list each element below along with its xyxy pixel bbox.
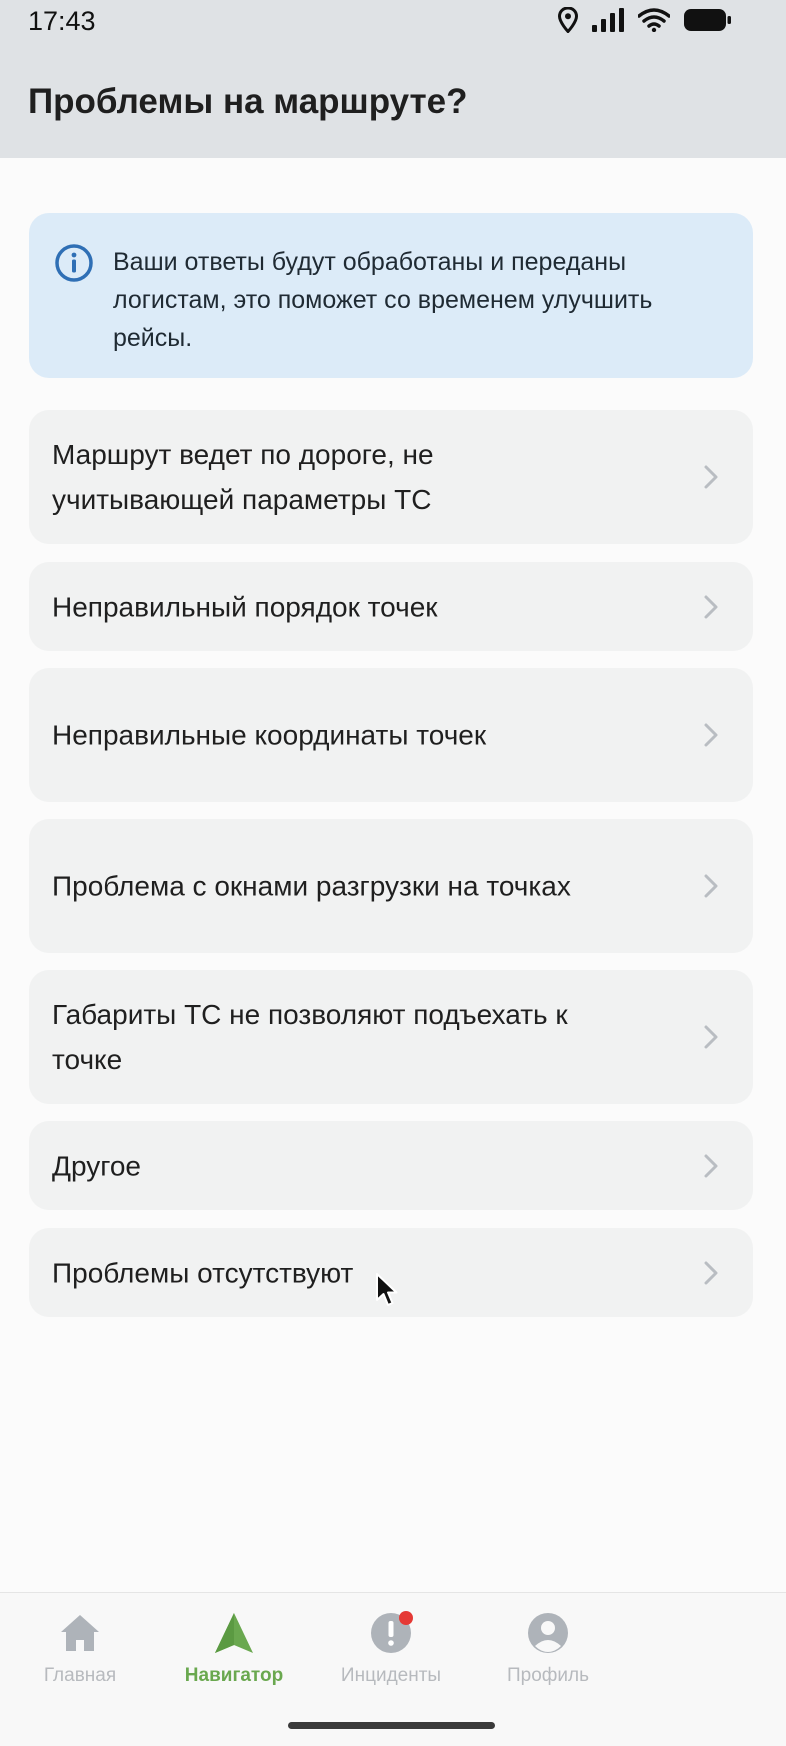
option-item[interactable]: Неправильный порядок точек xyxy=(29,562,753,651)
tab-navigator[interactable]: Навигатор xyxy=(154,1611,314,1687)
chevron-right-icon xyxy=(704,465,718,489)
tab-home[interactable]: Главная xyxy=(0,1611,160,1687)
option-label: Неправильный порядок точек xyxy=(52,591,438,622)
signal-icon xyxy=(592,8,624,32)
status-bar: 17:43 xyxy=(0,0,786,40)
info-banner: Ваши ответы будут обработаны и переданы … xyxy=(29,213,753,378)
option-label: Проблема с окнами разгрузки на точках xyxy=(52,870,571,902)
location-icon xyxy=(558,7,578,33)
tab-profile[interactable]: Профиль xyxy=(468,1611,628,1687)
chevron-right-icon xyxy=(704,723,718,747)
option-item[interactable]: Габариты ТС не позволяют подъехать к точ… xyxy=(29,970,753,1104)
option-label: Проблемы отсутствуют xyxy=(52,1257,354,1288)
info-icon xyxy=(55,244,93,282)
tab-incidents-label: Инциденты xyxy=(340,1665,442,1686)
option-item[interactable]: Другое xyxy=(29,1121,753,1210)
incidents-badge xyxy=(399,1611,413,1625)
chevron-right-icon xyxy=(704,595,718,618)
header-bar: 17:43 Проблемы на маршруте? xyxy=(0,0,786,158)
screen: 17:43 Проблемы на маршруте? Ваши ответы … xyxy=(0,0,786,1746)
info-banner-text: Ваши ответы будут обработаны и переданы … xyxy=(113,248,653,352)
chevron-right-icon xyxy=(704,1154,718,1177)
chevron-right-icon xyxy=(704,1025,718,1049)
option-label: Другое xyxy=(52,1150,141,1181)
tab-incidents[interactable]: Инциденты xyxy=(311,1611,471,1687)
status-time: 17:43 xyxy=(28,6,96,36)
home-indicator xyxy=(288,1722,495,1729)
option-item[interactable]: Маршрут ведет по дороге, не учитывающей … xyxy=(29,410,753,544)
option-item[interactable]: Проблема с окнами разгрузки на точках xyxy=(29,819,753,953)
option-item[interactable]: Неправильные координаты точек xyxy=(29,668,753,802)
profile-icon xyxy=(528,1613,568,1653)
wifi-icon xyxy=(638,8,670,32)
page-title: Проблемы на маршруте? xyxy=(28,82,468,121)
option-label: Маршрут ведет по дороге, не учитывающей … xyxy=(52,439,434,515)
tab-home-label: Главная xyxy=(43,1665,117,1686)
home-icon xyxy=(61,1615,99,1651)
chevron-right-icon xyxy=(704,1261,718,1284)
option-label: Габариты ТС не позволяют подъехать к точ… xyxy=(52,999,568,1075)
alert-icon-wrap xyxy=(369,1611,413,1655)
navigator-arrow-icon xyxy=(215,1613,253,1653)
tab-profile-label: Профиль xyxy=(506,1665,590,1686)
chevron-right-icon xyxy=(704,874,718,898)
tab-navigator-label: Навигатор xyxy=(184,1665,284,1686)
battery-icon xyxy=(684,9,731,31)
mouse-cursor-icon xyxy=(376,1273,398,1306)
option-label: Неправильные координаты точек xyxy=(52,719,487,751)
status-icons xyxy=(558,7,732,33)
